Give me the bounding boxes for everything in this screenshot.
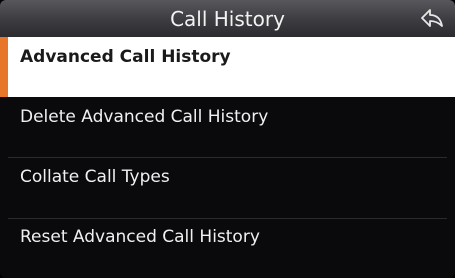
menu-item-label: Delete Advanced Call History bbox=[20, 107, 269, 127]
menu-item-collate-call-types[interactable]: Collate Call Types bbox=[0, 158, 455, 219]
menu-item-label: Collate Call Types bbox=[20, 167, 170, 187]
menu-item-delete-advanced-call-history[interactable]: Delete Advanced Call History bbox=[0, 97, 455, 158]
menu-item-label: Advanced Call History bbox=[20, 47, 231, 67]
call-history-screen: Call History Advanced Call History Delet… bbox=[0, 0, 455, 278]
back-arrow-icon bbox=[421, 9, 443, 27]
menu-item-reset-advanced-call-history[interactable]: Reset Advanced Call History bbox=[0, 219, 455, 278]
header-bar: Call History bbox=[0, 0, 455, 37]
menu-item-label: Reset Advanced Call History bbox=[20, 227, 260, 247]
menu-item-advanced-call-history[interactable]: Advanced Call History bbox=[0, 37, 455, 97]
menu-list: Advanced Call History Delete Advanced Ca… bbox=[0, 37, 455, 278]
back-button[interactable] bbox=[419, 6, 445, 30]
selection-indicator bbox=[0, 37, 8, 97]
page-title: Call History bbox=[170, 7, 285, 31]
